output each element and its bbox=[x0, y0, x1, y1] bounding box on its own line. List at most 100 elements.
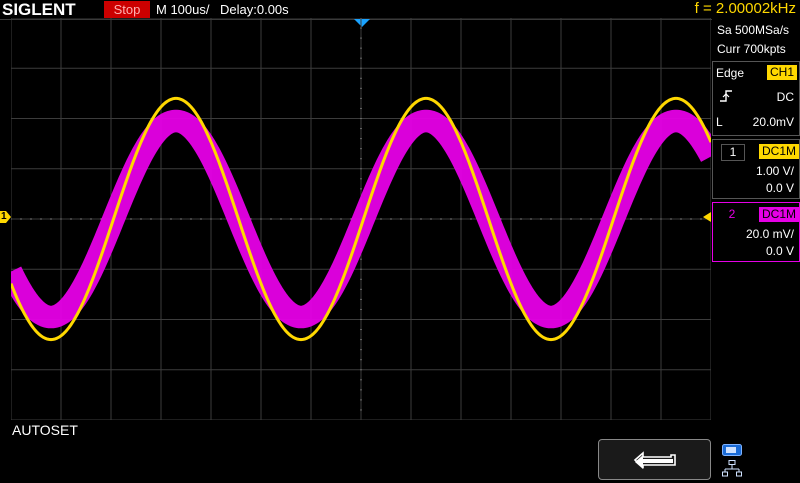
ch1-number: 1 bbox=[721, 144, 745, 161]
grid-tick bbox=[540, 218, 542, 220]
ch2-number: 2 bbox=[728, 207, 736, 221]
grid-tick bbox=[360, 57, 362, 59]
grid-tick bbox=[510, 218, 512, 220]
grid-tick bbox=[390, 218, 392, 220]
sample-rate: Sa 500MSa/s bbox=[717, 23, 790, 37]
ch1-ground-marker[interactable]: 1 bbox=[0, 211, 11, 223]
ch1-scale: 1.00 V/ bbox=[755, 164, 794, 178]
grid-tick bbox=[360, 97, 362, 99]
trigger-level-marker[interactable] bbox=[703, 212, 711, 222]
grid-tick bbox=[560, 218, 562, 220]
grid-tick bbox=[40, 218, 42, 220]
grid-tick bbox=[360, 18, 362, 19]
grid-tick bbox=[20, 218, 22, 220]
timebase-readout: M 100us/ bbox=[156, 2, 210, 17]
grid-tick bbox=[90, 218, 92, 220]
grid-tick bbox=[210, 218, 212, 220]
grid-tick bbox=[360, 107, 362, 109]
grid-tick bbox=[300, 218, 302, 220]
menu-title: AUTOSET bbox=[12, 422, 78, 438]
acquisition-info[interactable]: Sa 500MSa/s Curr 700kpts bbox=[712, 19, 800, 61]
ch1-coupling-badge: DC1M bbox=[759, 144, 800, 159]
grid-tick bbox=[320, 218, 322, 220]
grid-tick bbox=[360, 128, 362, 130]
grid-tick bbox=[360, 349, 362, 351]
run-stop-status[interactable]: Stop bbox=[104, 1, 150, 18]
grid-tick bbox=[430, 218, 432, 220]
grid-tick bbox=[360, 118, 362, 119]
grid-tick bbox=[360, 278, 362, 280]
grid-tick bbox=[80, 218, 82, 220]
ch2-scale: 20.0 mV/ bbox=[745, 227, 794, 241]
grid-tick bbox=[360, 77, 362, 79]
grid-tick bbox=[360, 67, 362, 69]
grid-tick bbox=[360, 308, 362, 310]
grid-tick bbox=[70, 218, 72, 220]
grid-tick bbox=[590, 218, 592, 220]
back-button[interactable] bbox=[598, 439, 711, 480]
grid-tick bbox=[150, 218, 152, 220]
waveform-display[interactable] bbox=[11, 18, 711, 420]
grid-tick bbox=[440, 218, 442, 220]
grid-tick bbox=[260, 218, 262, 220]
grid-tick bbox=[380, 218, 382, 220]
brand-logo: SIGLENT bbox=[2, 0, 76, 19]
grid-tick bbox=[360, 339, 362, 341]
grid-tick bbox=[360, 379, 362, 381]
grid-tick bbox=[360, 188, 362, 190]
grid-tick bbox=[360, 319, 362, 320]
ch2-offset: 0.0 V bbox=[765, 244, 794, 258]
grid-tick bbox=[360, 389, 362, 391]
right-info-panel: Sa 500MSa/s Curr 700kpts Edge CH1 DC L 2… bbox=[712, 19, 800, 427]
grid-tick bbox=[640, 218, 642, 220]
grid-tick bbox=[470, 218, 472, 220]
grid-tick bbox=[400, 218, 402, 220]
frequency-counter: f = 2.00002kHz bbox=[694, 0, 796, 17]
grid-tick bbox=[60, 218, 62, 220]
grid-tick bbox=[360, 258, 362, 260]
grid-tick bbox=[220, 218, 222, 220]
grid-tick bbox=[360, 168, 362, 170]
grid-tick bbox=[360, 369, 362, 371]
trigger-coupling: DC bbox=[776, 90, 794, 104]
memory-depth: Curr 700kpts bbox=[717, 42, 786, 56]
grid-tick bbox=[360, 359, 362, 361]
grid-tick bbox=[700, 218, 702, 220]
top-status-bar: SIGLENT Stop M 100us/ Delay:0.00s f = 2.… bbox=[0, 0, 800, 20]
grid-tick bbox=[650, 218, 652, 220]
ch2-info[interactable]: 2 DC1M 20.0 mV/ 0.0 V bbox=[712, 202, 800, 262]
delay-readout: Delay:0.00s bbox=[220, 2, 289, 17]
grid-tick bbox=[360, 47, 362, 49]
grid-tick bbox=[360, 409, 362, 411]
grid-tick bbox=[420, 218, 422, 220]
grid-tick bbox=[360, 138, 362, 140]
trigger-level-label: L bbox=[716, 115, 723, 129]
grid-tick bbox=[360, 87, 362, 89]
grid-tick bbox=[360, 178, 362, 180]
grid-tick bbox=[140, 218, 142, 220]
grid-tick bbox=[360, 148, 362, 150]
grid-tick bbox=[570, 218, 572, 220]
grid-tick bbox=[520, 218, 522, 220]
grid-tick bbox=[660, 218, 662, 220]
grid-tick bbox=[550, 218, 552, 220]
trigger-info[interactable]: Edge CH1 DC L 20.0mV bbox=[712, 61, 800, 136]
grid-tick bbox=[190, 218, 192, 220]
grid-tick bbox=[360, 158, 362, 160]
grid-tick bbox=[360, 288, 362, 290]
grid-tick bbox=[280, 218, 282, 220]
grid-tick bbox=[360, 37, 362, 39]
grid-tick bbox=[450, 218, 452, 220]
grid-tick bbox=[530, 218, 532, 220]
trigger-source-badge: CH1 bbox=[767, 65, 798, 80]
grid-tick bbox=[360, 298, 362, 300]
grid-tick bbox=[630, 218, 632, 220]
trigger-level-value: 20.0mV bbox=[752, 115, 794, 129]
grid-tick bbox=[360, 399, 362, 401]
grid-tick bbox=[360, 329, 362, 331]
grid-tick bbox=[330, 218, 332, 220]
ch2-coupling-badge: DC1M bbox=[759, 207, 800, 222]
graticule bbox=[11, 18, 711, 420]
grid-tick bbox=[270, 218, 272, 220]
ch1-info[interactable]: 1 DC1M 1.00 V/ 0.0 V bbox=[712, 139, 800, 199]
